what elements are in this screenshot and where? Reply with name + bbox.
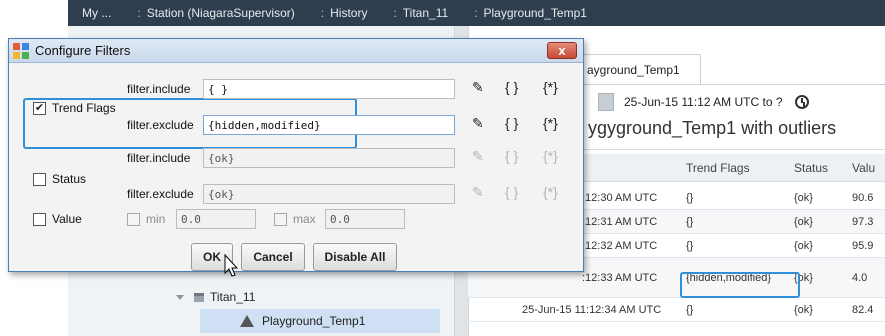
tab-label: ayground_Temp1 xyxy=(587,62,680,77)
column-header-trend-flags[interactable]: Trend Flags xyxy=(686,154,750,182)
cell-trend-flags: {} xyxy=(686,192,694,204)
cancel-button[interactable]: Cancel xyxy=(241,243,305,271)
trend-flags-include-field[interactable]: { } xyxy=(203,79,455,99)
column-header-value[interactable]: Valu xyxy=(852,154,875,182)
status-include-field[interactable]: {ok} xyxy=(203,148,455,168)
value-label: Value xyxy=(52,212,82,226)
trend-flags-exclude-field[interactable]: {hidden,modified} xyxy=(203,115,455,135)
min-checkbox[interactable] xyxy=(127,213,140,226)
time-range-row: 25-Jun-15 11:12 AM UTC to ? xyxy=(598,90,809,114)
breadcrumb: My ... : Station (NiagaraSupervisor) : His… xyxy=(68,0,885,26)
breadcrumb-item[interactable]: : Playground_Temp1 xyxy=(448,6,587,20)
trend-flags-checkbox[interactable]: ✔ xyxy=(33,102,46,115)
breadcrumb-label: Playground_Temp1 xyxy=(483,6,587,20)
trend-flags-include-label: filter.include xyxy=(127,82,191,96)
cell-trend-flags: {} xyxy=(686,216,694,228)
history-icon xyxy=(240,315,254,327)
star-braces-icon[interactable]: {*} xyxy=(543,184,558,200)
time-range-dropdown[interactable] xyxy=(598,93,614,111)
breadcrumb-item[interactable]: : Titan_11 xyxy=(367,6,448,20)
trend-flags-label: Trend Flags xyxy=(52,101,116,115)
breadcrumb-item[interactable]: My ... xyxy=(68,6,111,20)
cell-value: 95.9 xyxy=(852,240,874,252)
braces-icon[interactable]: { } xyxy=(505,79,518,95)
status-checkbox[interactable] xyxy=(33,173,46,186)
cell-value: 4.0 xyxy=(852,272,868,284)
disable-all-button[interactable]: Disable All xyxy=(313,243,397,271)
trend-flags-exclude-label: filter.exclude xyxy=(127,118,194,132)
cell-status: {ok} xyxy=(794,216,813,228)
cell-value: 97.3 xyxy=(852,216,874,228)
pencil-icon[interactable]: ✎ xyxy=(472,148,484,165)
star-braces-icon[interactable]: {*} xyxy=(543,148,558,164)
cell-value: 82.4 xyxy=(852,304,874,316)
mouse-cursor-icon xyxy=(224,254,239,277)
breadcrumb-item[interactable]: : History xyxy=(295,6,368,20)
status-exclude-field[interactable]: {ok} xyxy=(203,184,455,204)
min-label: min xyxy=(146,212,166,226)
status-exclude-label: filter.exclude xyxy=(127,187,194,201)
outlier-highlight xyxy=(680,272,800,298)
pencil-icon[interactable]: ✎ xyxy=(472,79,484,96)
braces-icon[interactable]: { } xyxy=(505,148,518,164)
cell-status: {ok} xyxy=(794,240,813,252)
max-field[interactable]: 0.0 xyxy=(325,209,405,229)
expand-icon[interactable] xyxy=(176,294,184,300)
star-braces-icon[interactable]: {*} xyxy=(543,79,558,95)
close-icon: x xyxy=(558,43,566,58)
tree-node-label: Titan_11 xyxy=(210,290,256,304)
braces-icon[interactable]: { } xyxy=(505,115,518,131)
breadcrumb-separator: : xyxy=(474,6,478,20)
cell-timestamp: :12:30 AM UTC xyxy=(582,192,658,204)
status-include-label: filter.include xyxy=(127,151,191,165)
time-range-text: 25-Jun-15 11:12 AM UTC to ? xyxy=(624,95,783,109)
tree-node-selected[interactable]: Playground_Temp1 xyxy=(240,310,440,332)
status-label: Status xyxy=(52,172,87,186)
cell-status: {ok} xyxy=(794,192,813,204)
breadcrumb-separator: : xyxy=(320,6,325,20)
star-braces-icon[interactable]: {*} xyxy=(543,115,558,131)
cell-trend-flags: {} xyxy=(686,304,694,316)
column-header-status[interactable]: Status xyxy=(794,154,828,182)
folder-icon xyxy=(194,292,204,302)
breadcrumb-item[interactable]: : Station (NiagaraSupervisor) xyxy=(111,6,294,20)
cell-trend-flags: {} xyxy=(686,240,694,252)
cell-status: {ok} xyxy=(794,304,813,316)
breadcrumb-separator: : xyxy=(137,6,141,20)
dialog-title-bar[interactable]: Configure Filters x xyxy=(9,39,583,63)
table-row[interactable]: 25-Jun-15 11:12:34 AM UTC {} {ok} 82.4 xyxy=(468,298,885,322)
cell-timestamp: :12:33 AM UTC xyxy=(582,272,658,284)
tree-node-parent[interactable]: Titan_11 xyxy=(176,290,255,304)
breadcrumb-label: Station (NiagaraSupervisor) xyxy=(146,6,295,20)
tree-node-label: Playground_Temp1 xyxy=(262,314,366,328)
cell-value: 90.6 xyxy=(852,192,874,204)
clock-icon[interactable] xyxy=(794,95,809,109)
braces-icon[interactable]: { } xyxy=(505,184,518,200)
breadcrumb-label: My ... xyxy=(82,6,112,20)
cell-timestamp: 25-Jun-15 11:12:34 AM UTC xyxy=(522,304,662,316)
breadcrumb-separator: : xyxy=(393,6,397,20)
max-label: max xyxy=(293,212,316,226)
cell-timestamp: :12:31 AM UTC xyxy=(582,216,658,228)
pencil-icon[interactable]: ✎ xyxy=(472,115,484,132)
breadcrumb-label: Titan_11 xyxy=(402,6,449,20)
filter-app-icon xyxy=(13,42,29,59)
close-button[interactable]: x xyxy=(547,42,577,59)
chart-title: ygyground_Temp1 with outliers xyxy=(588,118,837,138)
value-checkbox[interactable] xyxy=(33,213,46,226)
cell-timestamp: :12:32 AM UTC xyxy=(582,240,658,252)
breadcrumb-label: History xyxy=(330,6,368,20)
min-field[interactable]: 0.0 xyxy=(176,209,256,229)
pencil-icon[interactable]: ✎ xyxy=(472,184,484,201)
checkmark-icon: ✔ xyxy=(34,102,45,114)
configure-filters-dialog: Configure Filters x ✔ Trend Flags filter… xyxy=(8,38,584,272)
max-checkbox[interactable] xyxy=(274,213,287,226)
dialog-title: Configure Filters xyxy=(35,43,131,58)
tab-playground-temp1[interactable]: ayground_Temp1 xyxy=(578,54,701,84)
